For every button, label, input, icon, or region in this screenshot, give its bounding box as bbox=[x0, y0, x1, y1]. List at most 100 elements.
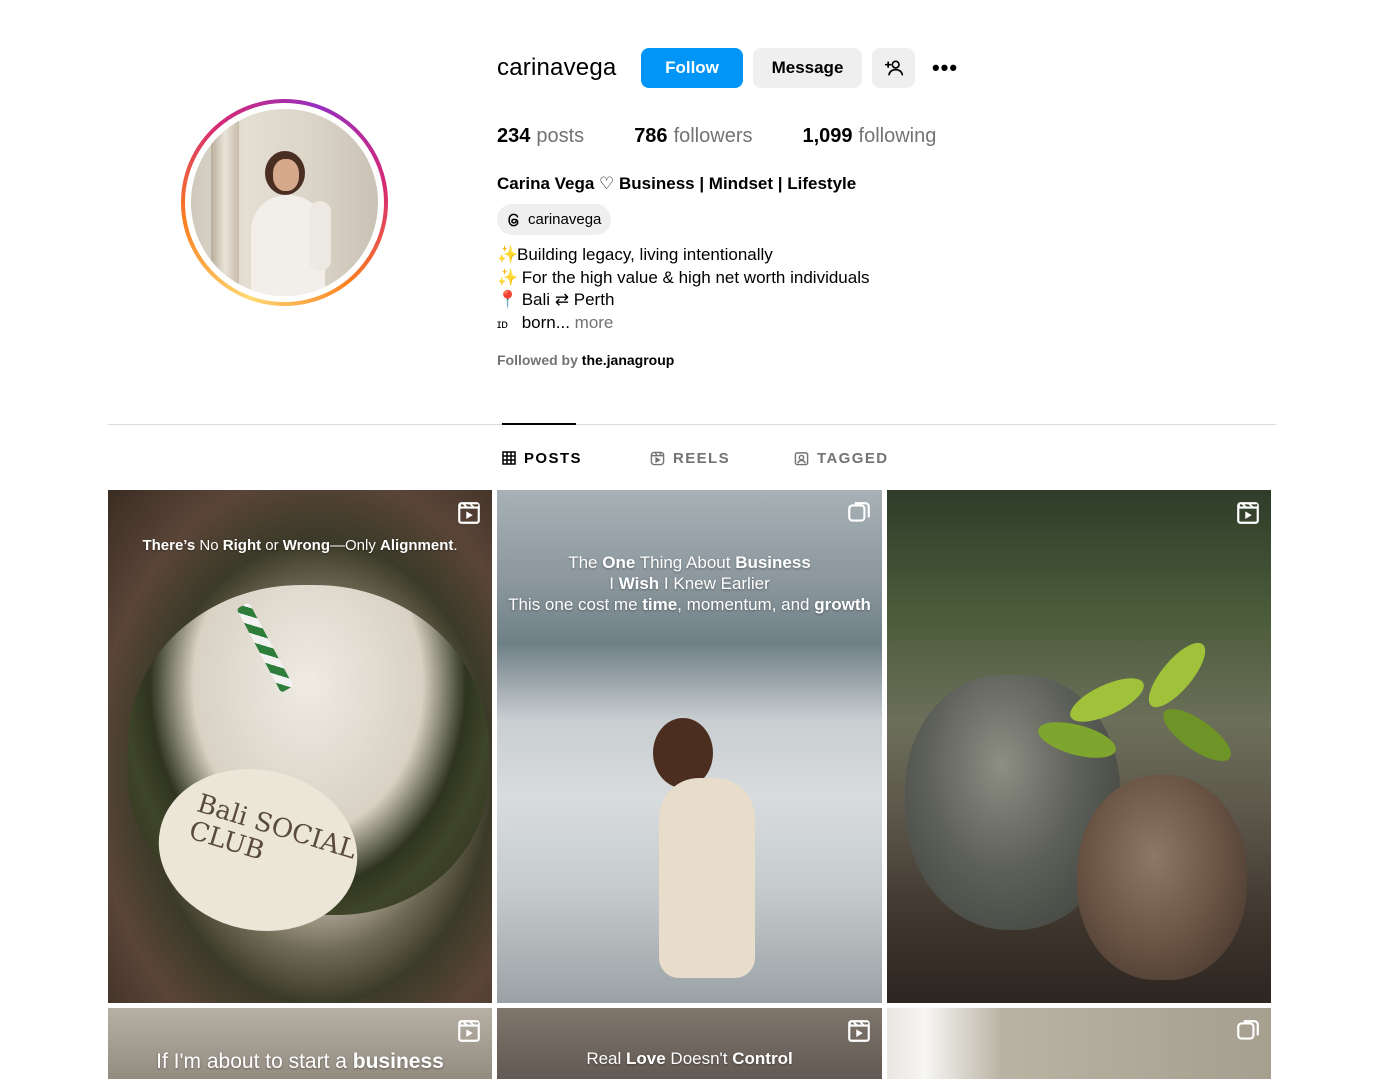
caption-text: —Only bbox=[330, 537, 381, 554]
bio-line-4: ɪᴅ born... more bbox=[497, 312, 869, 336]
reel-icon bbox=[458, 502, 480, 524]
caption-bold: Alignment bbox=[380, 537, 454, 554]
leaf bbox=[1064, 669, 1150, 731]
caption-bold: Business bbox=[735, 553, 811, 572]
post-tile[interactable]: Real Love Doesn't Control bbox=[497, 1008, 882, 1079]
following-label: following bbox=[858, 125, 937, 147]
caption-text: I Knew Earlier bbox=[659, 574, 770, 593]
carousel-icon bbox=[1237, 1020, 1259, 1040]
profile-bio: ✨Building legacy, living intentionally ✨… bbox=[497, 244, 869, 335]
leaf bbox=[1139, 634, 1215, 716]
profile-full-name: Carina Vega ♡ Business | Mindset | Lifes… bbox=[497, 174, 857, 193]
post-tile[interactable]: If I'm about to start a business bbox=[108, 1008, 492, 1079]
tab-tagged-label: TAGGED bbox=[817, 449, 889, 467]
posts-count: 234 bbox=[497, 125, 531, 147]
post-caption: There’s No Right or Wrong—Only Alignment… bbox=[108, 537, 492, 554]
message-button[interactable]: Message bbox=[753, 48, 862, 88]
caption-line: This one cost me time, momentum, and gro… bbox=[497, 594, 882, 615]
sparkles-emoji: ✨ bbox=[497, 245, 519, 264]
followed-by-account: the.janagroup bbox=[581, 352, 675, 368]
suggested-users-button[interactable] bbox=[872, 48, 915, 88]
avatar-arm bbox=[309, 201, 331, 271]
followed-by[interactable]: Followed by the.janagroup bbox=[497, 352, 674, 368]
post-caption: Real Love Doesn't Control bbox=[497, 1049, 882, 1069]
following-count: 1,099 bbox=[802, 125, 853, 147]
reel-icon bbox=[1237, 502, 1259, 524]
options-button[interactable]: ••• bbox=[924, 48, 966, 88]
caption-bold: One bbox=[602, 553, 636, 572]
bio-text: born... bbox=[517, 312, 570, 332]
threads-icon bbox=[508, 213, 519, 226]
avatar-frame bbox=[185, 103, 384, 302]
post-tile[interactable]: The One Thing About Business I Wish I Kn… bbox=[497, 490, 882, 1003]
followers-label: followers bbox=[673, 125, 753, 147]
caption-text: , momentum, and bbox=[677, 595, 815, 614]
caption-text: This one cost me bbox=[508, 595, 643, 614]
post-tile[interactable] bbox=[887, 1008, 1271, 1079]
caption-bold: There’s bbox=[142, 537, 196, 554]
caption-text: Thing About bbox=[635, 553, 736, 572]
post-tile[interactable]: Bali SOCIAL CLUB There’s No Right or Wro… bbox=[108, 490, 492, 1003]
pin-emoji: 📍 bbox=[497, 290, 519, 309]
caption-text: Real bbox=[586, 1049, 626, 1068]
caption-text: or bbox=[261, 537, 283, 554]
grid-icon bbox=[502, 451, 516, 465]
caption-text: I bbox=[609, 574, 619, 593]
bio-line-3: 📍 Bali ⇄ Perth bbox=[497, 289, 869, 312]
tagged-icon bbox=[794, 451, 809, 465]
caption-bold: Right bbox=[222, 537, 262, 554]
caption-bold: business bbox=[352, 1050, 444, 1073]
caption-bold: Love bbox=[626, 1049, 666, 1068]
followers-count: 786 bbox=[634, 125, 668, 147]
bio-line-2: ✨ For the high value & high net worth in… bbox=[497, 267, 869, 290]
tab-posts-label: POSTS bbox=[524, 449, 582, 467]
avatar-face bbox=[273, 159, 299, 191]
woman-dress bbox=[659, 778, 755, 978]
small-pot bbox=[1077, 775, 1247, 980]
tab-reels-label: REELS bbox=[673, 449, 731, 467]
caption-text: No bbox=[195, 537, 223, 554]
reels-icon bbox=[650, 451, 665, 465]
reel-icon bbox=[848, 1020, 870, 1042]
post-tile[interactable] bbox=[887, 490, 1271, 1003]
bio-text: Bali ⇄ Perth bbox=[517, 290, 615, 309]
posts-label: posts bbox=[536, 125, 585, 147]
profile-stats: 234 posts 786 followers 1,099 following bbox=[497, 125, 986, 148]
posts-stat: 234 posts bbox=[497, 125, 584, 148]
add-person-icon bbox=[884, 60, 903, 76]
caption-bold: Control bbox=[732, 1049, 793, 1068]
caption-bold: growth bbox=[814, 595, 871, 614]
tab-tagged[interactable]: TAGGED bbox=[794, 448, 888, 468]
caption-bold: Wrong bbox=[282, 537, 331, 554]
tabs-divider bbox=[108, 424, 1276, 425]
avatar[interactable] bbox=[191, 109, 378, 296]
caption-bold: time bbox=[642, 595, 678, 614]
threads-link[interactable]: carinavega bbox=[497, 204, 612, 235]
caption-text: If I'm about to start a bbox=[156, 1050, 353, 1073]
caption-line: I Wish I Knew Earlier bbox=[497, 573, 882, 594]
caption-text: The bbox=[568, 553, 603, 572]
bio-line-1: ✨Building legacy, living intentionally bbox=[497, 244, 869, 267]
bio-more-link[interactable]: more bbox=[575, 313, 614, 332]
active-tab-indicator bbox=[502, 423, 576, 425]
post-caption: The One Thing About Business I Wish I Kn… bbox=[497, 552, 882, 615]
caption-text: . bbox=[453, 537, 458, 554]
story-ring[interactable] bbox=[181, 99, 388, 306]
followers-stat[interactable]: 786 followers bbox=[634, 125, 752, 148]
threads-handle: carinavega bbox=[528, 211, 602, 228]
tab-posts[interactable]: POSTS bbox=[502, 448, 582, 468]
post-caption: If I'm about to start a business bbox=[108, 1050, 492, 1074]
caption-line: The One Thing About Business bbox=[497, 552, 882, 573]
bio-text: For the high value & high net worth indi… bbox=[517, 267, 870, 287]
carousel-icon bbox=[848, 502, 870, 522]
caption-bold: Wish bbox=[618, 574, 660, 593]
followed-by-prefix: Followed by bbox=[497, 352, 578, 368]
follow-button[interactable]: Follow bbox=[641, 48, 743, 88]
profile-username: carinavega bbox=[497, 54, 617, 81]
sparkles-emoji: ✨ bbox=[497, 267, 519, 287]
avatar-curtain bbox=[211, 109, 239, 296]
id-emoji: ɪᴅ bbox=[497, 316, 508, 331]
caption-text: Doesn't bbox=[665, 1049, 733, 1068]
tab-reels[interactable]: REELS bbox=[650, 448, 730, 468]
following-stat[interactable]: 1,099 following bbox=[802, 125, 936, 148]
